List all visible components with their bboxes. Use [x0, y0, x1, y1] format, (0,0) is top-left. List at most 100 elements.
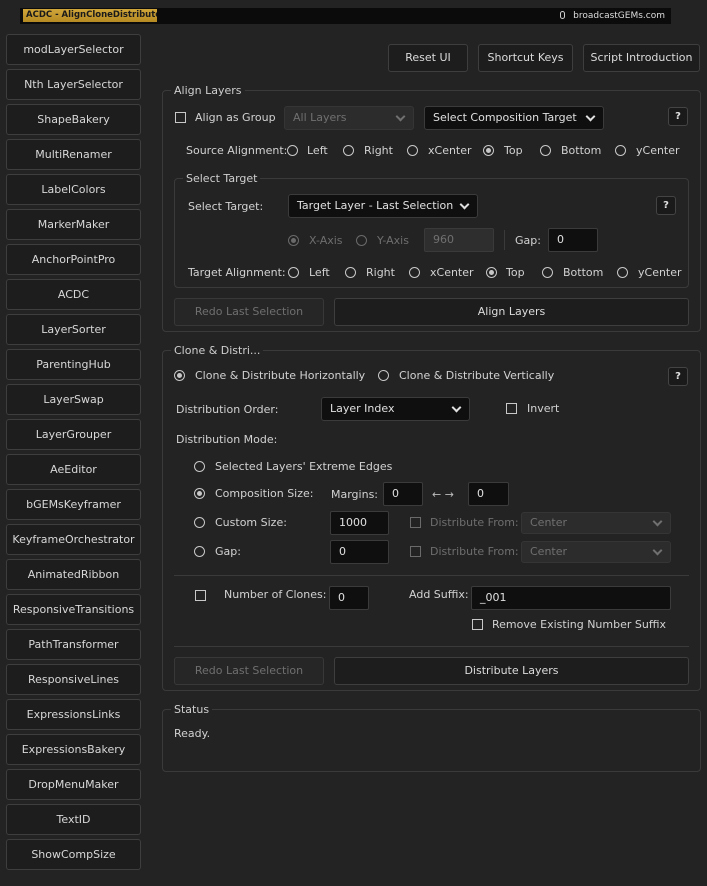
target-ycenter-radio[interactable]: [617, 267, 628, 278]
sidebar-item-textid[interactable]: TextID: [6, 804, 141, 835]
select-target-value: Target Layer - Last Selection: [297, 199, 454, 212]
script-introduction-button[interactable]: Script Introduction: [583, 44, 700, 72]
sidebar-item-keyframeorchestrator[interactable]: KeyframeOrchestrator: [6, 524, 141, 555]
sidebar-item-responsivelines[interactable]: ResponsiveLines: [6, 664, 141, 695]
y-axis-label: Y-Axis: [377, 234, 409, 247]
sidebar-item-acdc[interactable]: ACDC: [6, 279, 141, 310]
target-left-radio[interactable]: [288, 267, 299, 278]
distribute-horizontally-radio[interactable]: [174, 370, 185, 381]
custom-distribute-from-checkbox[interactable]: [410, 517, 421, 528]
mode-custom-size-radio[interactable]: [194, 517, 205, 528]
all-layers-value: All Layers: [293, 111, 347, 124]
source-bottom-radio[interactable]: [540, 145, 551, 156]
divider: [174, 646, 689, 647]
sidebar-item-dropmenumaker[interactable]: DropMenuMaker: [6, 769, 141, 800]
sidebar-item-pathtransformer[interactable]: PathTransformer: [6, 629, 141, 660]
distribute-redo-button[interactable]: Redo Last Selection: [174, 657, 324, 685]
margin-arrows-icon: ← →: [432, 488, 454, 501]
acdc-logo: ACDC - AlignCloneDistributeClone: [23, 9, 157, 22]
gap-input[interactable]: 0: [548, 228, 598, 252]
sidebar-item-nth-layerselector[interactable]: Nth LayerSelector: [6, 69, 141, 100]
align-layers-button[interactable]: Align Layers: [334, 298, 689, 326]
target-help-button[interactable]: ?: [656, 196, 676, 215]
y-axis-radio[interactable]: [356, 235, 367, 246]
target-xcenter-radio[interactable]: [409, 267, 420, 278]
mode-extreme-edges-radio[interactable]: [194, 461, 205, 472]
source-ycenter-label: yCenter: [636, 144, 680, 157]
gap-distribute-from-dropdown[interactable]: Center: [521, 541, 671, 563]
sidebar-item-layersorter[interactable]: LayerSorter: [6, 314, 141, 345]
sidebar-item-markermaker[interactable]: MarkerMaker: [6, 209, 141, 240]
sidebar-item-responsivetransitions[interactable]: ResponsiveTransitions: [6, 594, 141, 625]
number-of-clones-input[interactable]: 0: [329, 586, 369, 610]
add-suffix-label: Add Suffix:: [409, 588, 469, 601]
composition-target-dropdown[interactable]: Select Composition Target: [424, 106, 604, 130]
distribute-gap-input[interactable]: 0: [330, 540, 389, 564]
sidebar-item-layergrouper[interactable]: LayerGrouper: [6, 419, 141, 450]
brand-link[interactable]: broadcastGEMs.com: [560, 8, 665, 24]
shortcut-keys-button[interactable]: Shortcut Keys: [478, 44, 573, 72]
source-top-radio[interactable]: [483, 145, 494, 156]
align-redo-button[interactable]: Redo Last Selection: [174, 298, 324, 326]
sidebar-item-showcompsize[interactable]: ShowCompSize: [6, 839, 141, 870]
target-top-radio[interactable]: [486, 267, 497, 278]
gap-distribute-from-checkbox[interactable]: [410, 546, 421, 557]
target-bottom-radio[interactable]: [542, 267, 553, 278]
invert-checkbox[interactable]: [506, 403, 517, 414]
number-of-clones-checkbox[interactable]: [195, 590, 206, 601]
select-target-title: Select Target: [183, 172, 261, 185]
margin-left-input[interactable]: 0: [383, 482, 423, 506]
clone-help-button[interactable]: ?: [668, 367, 688, 386]
source-alignment-label: Source Alignment:: [186, 144, 288, 157]
custom-size-input[interactable]: 1000: [330, 511, 389, 535]
composition-target-value: Select Composition Target: [433, 111, 577, 124]
distribution-order-dropdown[interactable]: Layer Index: [321, 397, 470, 421]
chevron-down-icon: [459, 199, 470, 210]
sidebar-item-multirenamer[interactable]: MultiRenamer: [6, 139, 141, 170]
mode-composition-size-radio[interactable]: [194, 488, 205, 499]
remove-suffix-checkbox[interactable]: [472, 619, 483, 630]
sidebar-item-layerswap[interactable]: LayerSwap: [6, 384, 141, 415]
sidebar-item-parentinghub[interactable]: ParentingHub: [6, 349, 141, 380]
sidebar-item-animatedribbon[interactable]: AnimatedRibbon: [6, 559, 141, 590]
status-title: Status: [171, 703, 213, 716]
sidebar-item-labelcolors[interactable]: LabelColors: [6, 174, 141, 205]
target-xcenter-label: xCenter: [430, 266, 474, 279]
source-right-radio[interactable]: [343, 145, 354, 156]
align-help-button[interactable]: ?: [668, 107, 688, 126]
distribute-layers-button[interactable]: Distribute Layers: [334, 657, 689, 685]
source-left-radio[interactable]: [287, 145, 298, 156]
reset-ui-button[interactable]: Reset UI: [388, 44, 468, 72]
sidebar-item-aeeditor[interactable]: AeEditor: [6, 454, 141, 485]
distribute-vertically-radio[interactable]: [378, 370, 389, 381]
target-bottom-label: Bottom: [563, 266, 604, 279]
sidebar-item-expressionslinks[interactable]: ExpressionsLinks: [6, 699, 141, 730]
select-target-label: Select Target:: [188, 200, 264, 213]
x-axis-radio[interactable]: [288, 235, 299, 246]
x-axis-label: X-Axis: [309, 234, 343, 247]
margin-right-input[interactable]: 0: [468, 482, 509, 506]
target-ycenter-label: yCenter: [638, 266, 682, 279]
all-layers-dropdown[interactable]: All Layers: [284, 106, 414, 130]
gap-distribute-from-label: Distribute From:: [430, 545, 519, 558]
mode-extreme-edges-label: Selected Layers' Extreme Edges: [215, 460, 393, 473]
suffix-input[interactable]: _001: [471, 586, 671, 610]
sidebar-item-bgemskeyframer[interactable]: bGEMsKeyframer: [6, 489, 141, 520]
axis-value-input[interactable]: 960: [424, 228, 494, 252]
source-xcenter-radio[interactable]: [407, 145, 418, 156]
target-right-label: Right: [366, 266, 395, 279]
chevron-down-icon: [451, 402, 462, 413]
align-as-group-checkbox[interactable]: [175, 112, 186, 123]
sidebar-item-modlayerselector[interactable]: modLayerSelector: [6, 34, 141, 65]
sidebar-item-anchorpointpro[interactable]: AnchorPointPro: [6, 244, 141, 275]
custom-distribute-from-dropdown[interactable]: Center: [521, 512, 671, 534]
target-right-radio[interactable]: [345, 267, 356, 278]
header-banner: ACDC - AlignCloneDistributeClone broadca…: [20, 8, 671, 24]
source-bottom-label: Bottom: [561, 144, 602, 157]
chevron-down-icon: [652, 545, 663, 556]
sidebar-item-expressionsbakery[interactable]: ExpressionsBakery: [6, 734, 141, 765]
sidebar-item-shapebakery[interactable]: ShapeBakery: [6, 104, 141, 135]
mode-gap-radio[interactable]: [194, 546, 205, 557]
source-ycenter-radio[interactable]: [615, 145, 626, 156]
select-target-dropdown[interactable]: Target Layer - Last Selection: [288, 194, 478, 218]
